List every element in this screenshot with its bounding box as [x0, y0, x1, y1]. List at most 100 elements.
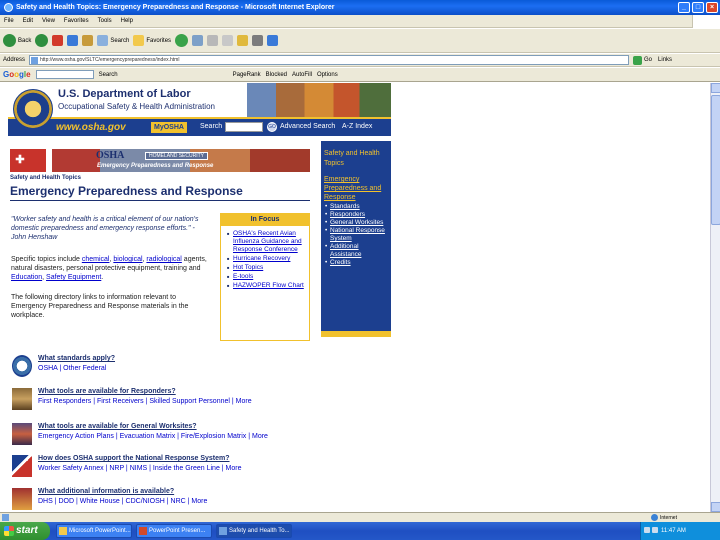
- vertical-scrollbar[interactable]: [710, 83, 720, 512]
- in-focus-item[interactable]: Hot Topics: [227, 264, 306, 272]
- question-links[interactable]: First Responders | First Receivers | Ski…: [38, 398, 252, 405]
- question-responders: What tools are available for Responders?…: [12, 388, 332, 416]
- site-search-input[interactable]: [225, 122, 263, 132]
- minimize-button[interactable]: _: [678, 2, 690, 13]
- question-title[interactable]: What standards apply?: [38, 355, 115, 362]
- scroll-thumb[interactable]: [711, 95, 720, 225]
- taskbar-item[interactable]: Microsoft PowerPoint...: [56, 524, 132, 538]
- question-title[interactable]: What tools are available for General Wor…: [38, 423, 197, 430]
- menu-tools[interactable]: Tools: [98, 18, 112, 24]
- google-pagerank[interactable]: PageRank: [233, 72, 261, 78]
- address-input[interactable]: http://www.osha.gov/SLTC/emergencyprepar…: [29, 55, 630, 65]
- google-options[interactable]: Options: [317, 72, 338, 78]
- stop-icon[interactable]: [52, 35, 64, 46]
- messenger-icon[interactable]: [252, 35, 264, 46]
- google-search-button[interactable]: Search: [99, 72, 118, 78]
- education-link[interactable]: Education: [11, 274, 42, 281]
- sidebar-item-standards[interactable]: Standards: [325, 203, 389, 211]
- question-links[interactable]: DHS | DOD | White House | CDC/NIOSH | NR…: [38, 498, 207, 505]
- forward-button[interactable]: [35, 34, 49, 47]
- print-icon[interactable]: [207, 35, 219, 46]
- safety-equipment-link[interactable]: Safety Equipment: [46, 274, 101, 281]
- discuss-icon[interactable]: [237, 35, 249, 46]
- google-autofill[interactable]: AutoFill: [292, 72, 312, 78]
- menu-file[interactable]: File: [4, 18, 14, 24]
- directory-paragraph: The following directory links to informa…: [11, 294, 189, 319]
- osha-nav-bar: www.osha.gov MyOSHA Search GO Advanced S…: [8, 117, 391, 136]
- sidebar-item-credits[interactable]: Credits: [325, 259, 389, 267]
- mail-icon[interactable]: [192, 35, 204, 46]
- site-search-go-button[interactable]: GO: [267, 122, 277, 132]
- ie-task-icon: [219, 527, 227, 535]
- links-button[interactable]: Links: [658, 57, 672, 63]
- radiological-link[interactable]: radiological: [146, 256, 181, 263]
- home-icon[interactable]: [82, 35, 94, 46]
- maximize-button[interactable]: □: [692, 2, 704, 13]
- question-links[interactable]: Emergency Action Plans | Evacuation Matr…: [38, 433, 268, 440]
- sidebar-current-topic[interactable]: Emergency Preparedness and Response: [321, 169, 391, 202]
- chemical-link[interactable]: chemical: [82, 256, 110, 263]
- question-title[interactable]: What tools are available for Responders?: [38, 388, 176, 395]
- question-title[interactable]: How does OSHA support the National Respo…: [38, 455, 230, 462]
- sidebar-heading[interactable]: Safety and Health Topics: [321, 141, 391, 169]
- dol-seal-icon[interactable]: [13, 89, 53, 129]
- go-button[interactable]: Go: [644, 57, 652, 63]
- in-focus-item[interactable]: E-tools: [227, 273, 306, 281]
- scroll-up-button[interactable]: [711, 83, 720, 93]
- star-icon: [133, 35, 145, 46]
- start-button[interactable]: start: [0, 522, 50, 540]
- favorites-button[interactable]: Favorites: [133, 35, 171, 46]
- menu-edit[interactable]: Edit: [23, 18, 33, 24]
- refresh-icon[interactable]: [67, 35, 79, 46]
- tray-icon[interactable]: [644, 527, 650, 533]
- close-button[interactable]: ×: [706, 2, 718, 13]
- back-button[interactable]: Back: [3, 34, 31, 47]
- banner-subtitle: Emergency Preparedness and Response: [97, 163, 214, 169]
- menu-help[interactable]: Help: [121, 18, 133, 24]
- osha-url[interactable]: www.osha.gov: [56, 122, 126, 133]
- in-focus-item[interactable]: HAZWOPER Flow Chart: [227, 282, 306, 290]
- history-icon[interactable]: [175, 34, 189, 47]
- taskbar-item-label: Microsoft PowerPoint...: [69, 528, 131, 534]
- clock[interactable]: 11:47 AM: [661, 528, 686, 534]
- question-title[interactable]: What additional information is available…: [38, 488, 174, 495]
- menu-favorites[interactable]: Favorites: [64, 18, 89, 24]
- myosha-button[interactable]: MyOSHA: [151, 122, 187, 133]
- menu-view[interactable]: View: [42, 18, 55, 24]
- tray-icon[interactable]: [652, 527, 658, 533]
- in-focus-list: OSHA's Recent Avian Influenza Guidance a…: [221, 226, 309, 290]
- go-icon[interactable]: [633, 55, 643, 65]
- scroll-down-button[interactable]: [711, 502, 720, 512]
- window-titlebar[interactable]: Safety and Health Topics: Emergency Prep…: [0, 0, 720, 15]
- sidebar-footer-bar: [321, 331, 391, 337]
- sidebar-item-additional-assistance[interactable]: Additional Assistance: [325, 243, 389, 259]
- sidebar-item-national-response[interactable]: National Response System: [325, 227, 389, 243]
- google-blocked[interactable]: Blocked: [266, 72, 287, 78]
- topics-intro: Specific topics include: [11, 256, 80, 263]
- search-button[interactable]: Search: [97, 35, 129, 46]
- az-index-link[interactable]: A-Z Index: [342, 123, 372, 130]
- dol-title[interactable]: U.S. Department of Labor: [58, 88, 191, 100]
- sidebar-item-general-worksites[interactable]: General Worksites: [325, 219, 389, 227]
- advanced-search-link[interactable]: Advanced Search: [280, 123, 335, 130]
- sidebar-item-responders[interactable]: Responders: [325, 211, 389, 219]
- page-viewport: U.S. Department of Labor Occupational Sa…: [0, 83, 710, 512]
- google-search-input[interactable]: [35, 70, 94, 79]
- taskbar-item-label: PowerPoint Presen...: [149, 528, 206, 534]
- banner-osha-text: OSHA: [96, 150, 125, 161]
- taskbar-item[interactable]: PowerPoint Presen...: [136, 524, 212, 538]
- window-title: Safety and Health Topics: Emergency Prep…: [16, 4, 335, 11]
- edit-icon[interactable]: [222, 35, 234, 46]
- taskbar-item-active[interactable]: Safety and Health To...: [216, 524, 292, 538]
- biological-link[interactable]: biological: [113, 256, 142, 263]
- topics-paragraph: Specific topics include chemical, biolog…: [11, 256, 207, 281]
- address-bar: Address http://www.osha.gov/SLTC/emergen…: [0, 54, 720, 67]
- question-links[interactable]: Worker Safety Annex | NRP | NIMS | Insid…: [38, 465, 242, 472]
- flag-icon: [12, 455, 32, 477]
- research-icon[interactable]: [267, 35, 279, 46]
- in-focus-item[interactable]: OSHA's Recent Avian Influenza Guidance a…: [227, 230, 306, 254]
- in-focus-item[interactable]: Hurricane Recovery: [227, 255, 306, 263]
- question-links[interactable]: OSHA | Other Federal: [38, 365, 106, 372]
- back-arrow-icon: [3, 34, 16, 47]
- start-label: start: [16, 525, 38, 536]
